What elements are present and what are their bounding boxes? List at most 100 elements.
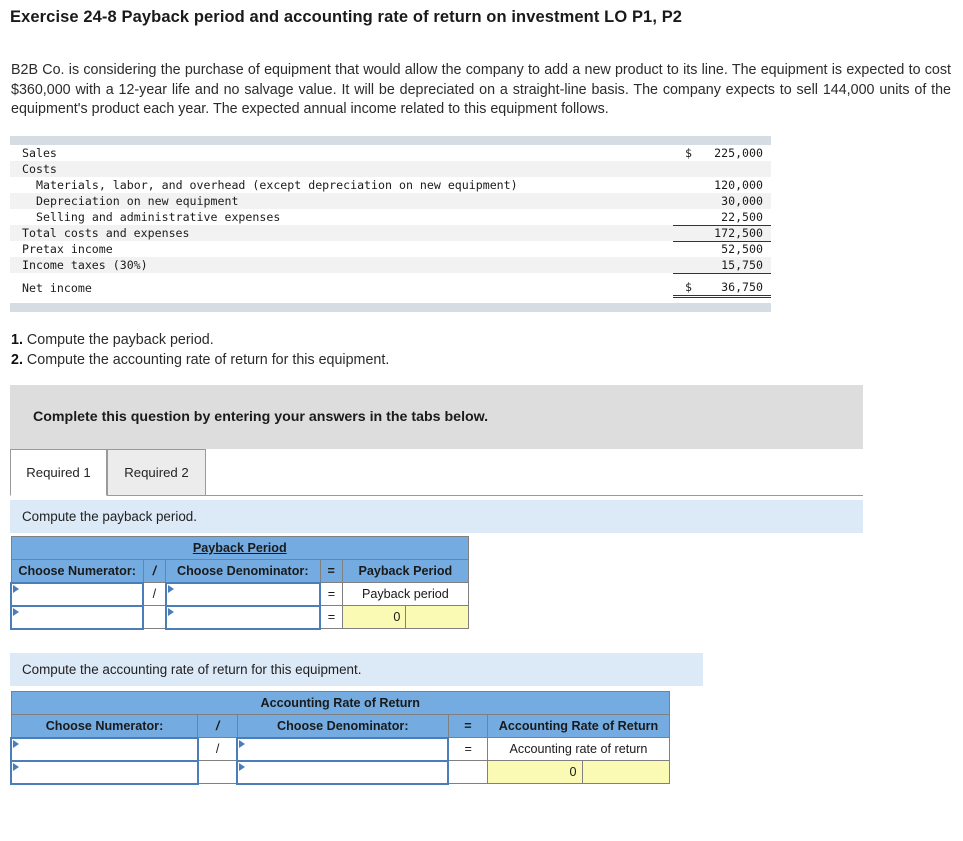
arr-header-equals: = [447,714,489,738]
arr-denominator-dropdown-2[interactable] [236,759,450,785]
table-row: Selling and administrative expenses 22,5… [10,209,771,226]
income-statement-table: Sales $ 225,000 Costs Materials, labor, … [10,136,771,312]
spacer-row [10,296,771,303]
exercise-page: Exercise 24-8 Payback period and account… [0,0,963,841]
requirement-item-2: 2. Compute the accounting rate of return… [11,350,389,370]
arr-row1-equals: = [447,737,489,761]
arr-row-2: 0 [10,759,670,785]
spacer-row [10,273,771,280]
payback-numerator-dropdown[interactable] [9,581,145,607]
arr-result-unit[interactable] [581,760,670,784]
arr-row-1: / = Accounting rate of return [10,736,670,762]
complete-question-banner: Complete this question by entering your … [10,385,863,449]
row-label: Total costs and expenses [10,225,673,241]
row-symbol [673,257,695,274]
payback-denominator-dropdown[interactable] [164,581,322,607]
payback-result-label: Payback period [341,582,470,606]
row-amount: 36,750 [695,280,771,298]
requirement-number: 1. [11,332,23,348]
tab-strip: Required 1 Required 2 [10,449,863,496]
payback-title-row: Payback Period [10,536,469,560]
tab-label: Required 1 [26,465,91,480]
table-row: Materials, labor, and overhead (except d… [10,177,771,193]
arr-header-slash: / [197,714,238,738]
arr-numerator-dropdown[interactable] [10,736,199,762]
payback-row-1: / = Payback period [9,581,470,607]
payback-instruction-text: Compute the payback period. [22,509,197,524]
row-amount: 22,500 [695,209,771,226]
payback-row1-slash: / [142,582,167,606]
payback-table-title: Payback Period [10,536,469,560]
arr-result-label: Accounting rate of return [487,737,670,761]
row-label: Pretax income [22,242,113,256]
row-label: Selling and administrative expenses [36,210,281,224]
row-symbol [673,193,695,209]
table-row: Costs [10,161,771,177]
row-label: Sales [22,146,57,160]
row-amount: 52,500 [721,242,763,257]
payback-header-row: Choose Numerator: / Choose Denominator: … [10,559,470,583]
payback-header-equals: = [319,559,343,583]
row-symbol [673,241,695,257]
tab-label: Required 2 [124,465,189,480]
payback-result-unit[interactable] [405,605,469,629]
arr-header-numerator: Choose Numerator: [10,714,199,738]
requirement-text: Compute the payback period. [26,332,214,348]
payback-row-2: = 0 [9,604,469,630]
table-top-bar [10,136,771,145]
page-title: Exercise 24-8 Payback period and account… [10,8,683,26]
row-amount: 120,000 [714,178,763,192]
payback-row2-slash [142,605,167,629]
arr-row2-equals [447,760,489,784]
complete-question-text: Complete this question by entering your … [33,409,489,425]
row-symbol [673,161,695,177]
row-label: Income taxes (30%) [10,257,673,273]
tab-required-1[interactable]: Required 1 [10,449,107,496]
row-symbol [673,209,695,226]
payback-numerator-dropdown-2[interactable] [9,604,145,630]
arr-result-value[interactable]: 0 [487,760,583,784]
payback-header-result: Payback Period [341,559,470,583]
row-amount: 15,750 [695,257,771,274]
payback-period-table: Payback Period Choose Numerator: / Choos… [9,536,470,630]
payback-denominator-dropdown-2[interactable] [164,604,322,630]
row-label: Depreciation on new equipment [10,193,673,209]
arr-header-result: Accounting Rate of Return [487,714,670,738]
accounting-rate-of-return-table: Accounting Rate of Return Choose Numerat… [10,691,670,785]
payback-row1-equals: = [319,582,343,606]
table-row: Depreciation on new equipment 30,000 [10,193,771,209]
payback-header-slash: / [142,559,167,583]
payback-header-numerator: Choose Numerator: [10,559,144,583]
arr-denominator-dropdown[interactable] [236,736,450,762]
arr-title-row: Accounting Rate of Return [10,691,670,715]
payback-result-value[interactable]: 0 [341,605,407,629]
arr-instruction-banner: Compute the accounting rate of return fo… [10,653,703,686]
row-amount: 225,000 [714,146,763,160]
arr-header-row: Choose Numerator: / Choose Denominator: … [10,714,670,738]
arr-table-title: Accounting Rate of Return [10,691,670,715]
arr-numerator-dropdown-2[interactable] [10,759,199,785]
row-label: Materials, labor, and overhead (except d… [36,178,518,192]
arr-row1-slash: / [197,737,238,761]
arr-row2-slash [197,760,238,784]
row-symbol [673,177,695,193]
arr-instruction-text: Compute the accounting rate of return fo… [22,662,362,677]
table-row: Income taxes (30%) 15,750 [10,257,771,274]
payback-header-denominator: Choose Denominator: [165,559,321,583]
row-amount [695,161,771,177]
table-bottom-bar [10,303,771,312]
row-label: Net income [22,281,92,295]
table-row: Total costs and expenses 172,500 [10,225,771,242]
row-symbol: $ [685,146,692,160]
requirements-list: 1. Compute the payback period. 2. Comput… [11,330,389,370]
row-amount: 172,500 [695,225,771,242]
arr-header-denominator: Choose Denominator: [236,714,449,738]
row-amount: 30,000 [695,193,771,209]
table-row: Sales $ 225,000 [10,145,771,161]
row-label: Costs [10,161,673,177]
requirement-text: Compute the accounting rate of return fo… [26,352,390,368]
table-row: Pretax income 52,500 [10,241,771,257]
row-symbol: $ [673,280,695,298]
requirement-item-1: 1. Compute the payback period. [11,330,389,350]
tab-required-2[interactable]: Required 2 [107,449,206,496]
